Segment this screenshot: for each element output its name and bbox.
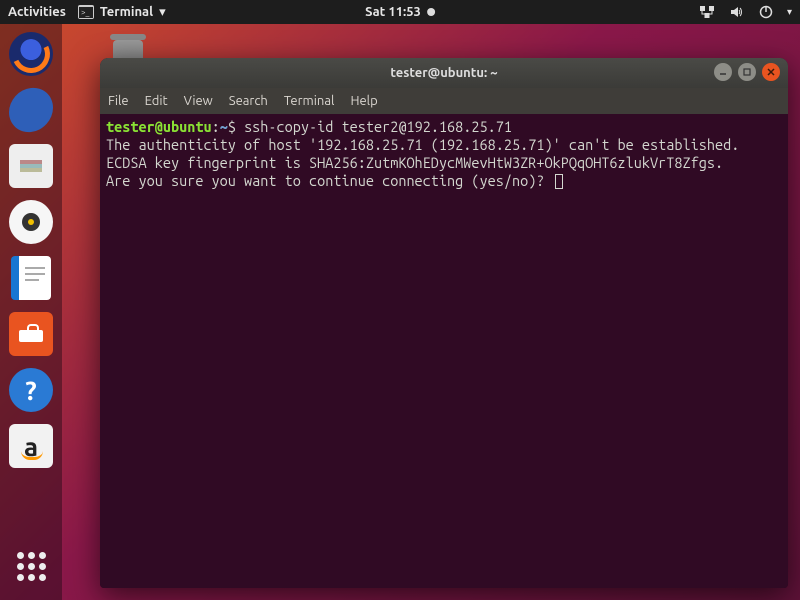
- rhythmbox-icon: [9, 200, 53, 244]
- terminal-window: tester@ubuntu: ~ File Edit View Search T…: [100, 58, 788, 588]
- command-text: ssh-copy-id tester2@192.168.25.71: [244, 118, 512, 135]
- svg-text:>_: >_: [81, 8, 90, 17]
- window-close-button[interactable]: [762, 63, 780, 81]
- network-icon[interactable]: [699, 5, 715, 19]
- menu-edit[interactable]: Edit: [145, 94, 168, 108]
- terminal-menubar: File Edit View Search Terminal Help: [100, 88, 788, 114]
- output-line: Are you sure you want to continue connec…: [106, 172, 553, 189]
- show-applications-button[interactable]: [7, 542, 55, 590]
- help-icon: ?: [9, 368, 53, 412]
- system-menu-arrow-icon[interactable]: ▾: [787, 6, 792, 18]
- output-line: ECDSA key fingerprint is SHA256:ZutmKOhE…: [106, 154, 723, 171]
- dock-rhythmbox[interactable]: [7, 198, 55, 246]
- libreoffice-writer-icon: [11, 256, 51, 300]
- power-icon[interactable]: [759, 5, 773, 19]
- dock-files[interactable]: [7, 142, 55, 190]
- menu-search[interactable]: Search: [229, 94, 268, 108]
- menu-file[interactable]: File: [108, 94, 129, 108]
- activities-button[interactable]: Activities: [8, 5, 66, 19]
- window-titlebar[interactable]: tester@ubuntu: ~: [100, 58, 788, 88]
- terminal-cursor: [555, 174, 563, 189]
- gnome-topbar: Activities >_ Terminal ▾ Sat 11:53 ▾: [0, 0, 800, 24]
- window-minimize-button[interactable]: [714, 63, 732, 81]
- apps-grid-icon: [17, 552, 46, 581]
- menu-help[interactable]: Help: [350, 94, 377, 108]
- menu-terminal[interactable]: Terminal: [284, 94, 335, 108]
- window-maximize-button[interactable]: [738, 63, 756, 81]
- active-app-indicator[interactable]: >_ Terminal ▾: [78, 5, 166, 20]
- terminal-icon: >_: [78, 5, 94, 19]
- prompt-user: tester@ubuntu: [106, 118, 212, 135]
- dock-firefox[interactable]: [7, 30, 55, 78]
- launcher-dock: ? a: [0, 24, 62, 600]
- clock[interactable]: Sat 11:53: [365, 5, 435, 19]
- prompt-path: ~: [220, 118, 228, 135]
- amazon-icon: a: [9, 424, 53, 468]
- output-line: The authenticity of host '192.168.25.71 …: [106, 136, 739, 153]
- recording-indicator-icon: [427, 8, 435, 16]
- thunderbird-icon: [9, 86, 53, 135]
- dock-amazon[interactable]: a: [7, 422, 55, 470]
- app-menu-arrow-icon: ▾: [159, 5, 166, 20]
- menu-view[interactable]: View: [184, 94, 213, 108]
- dock-ubuntu-software[interactable]: [7, 310, 55, 358]
- volume-icon[interactable]: [729, 5, 745, 19]
- terminal-content[interactable]: tester@ubuntu:~$ ssh-copy-id tester2@192…: [100, 114, 788, 588]
- dock-help[interactable]: ?: [7, 366, 55, 414]
- files-icon: [9, 144, 53, 188]
- dock-thunderbird[interactable]: [7, 86, 55, 134]
- dock-writer[interactable]: [7, 254, 55, 302]
- window-title: tester@ubuntu: ~: [390, 66, 497, 80]
- firefox-icon: [9, 32, 53, 76]
- ubuntu-software-icon: [9, 312, 53, 356]
